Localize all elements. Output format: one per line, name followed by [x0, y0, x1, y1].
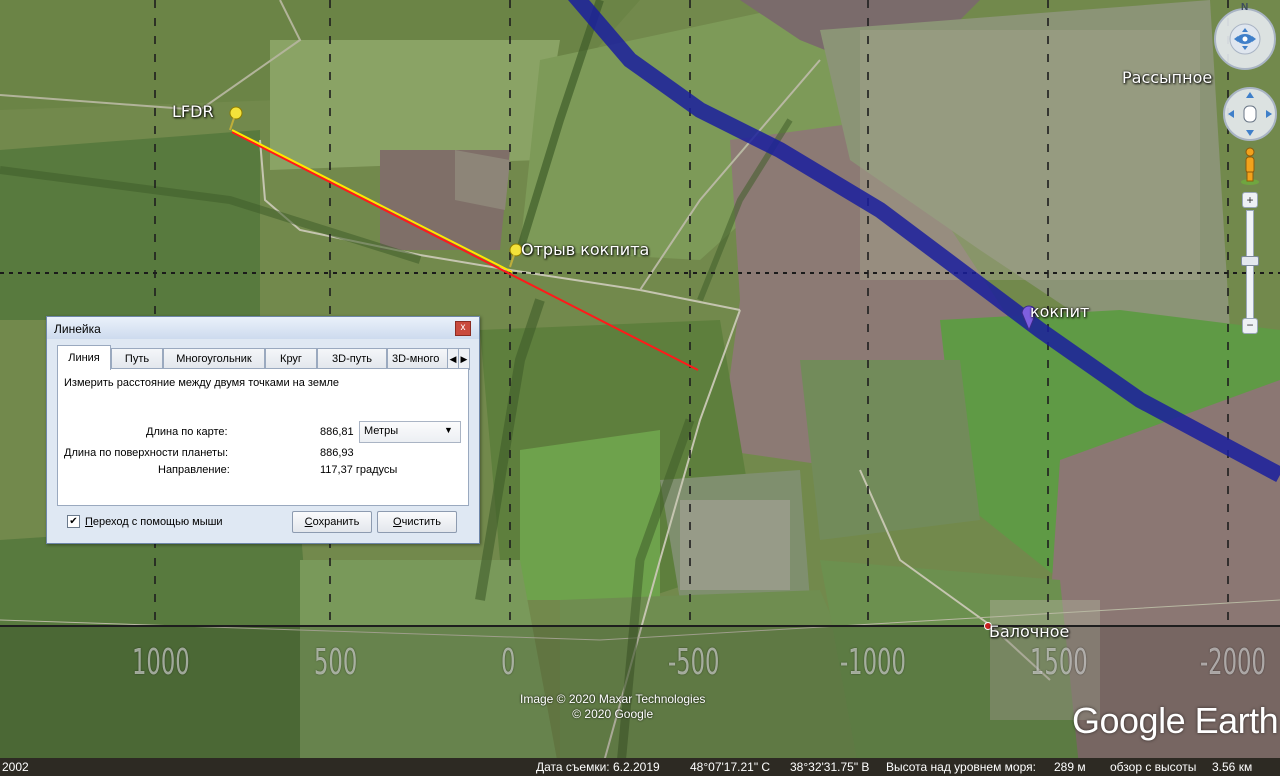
placemark-cockpit-break[interactable]: Отрыв кокпита — [521, 240, 649, 259]
eye-altitude-value: 3.56 км — [1212, 760, 1253, 774]
tab-circle[interactable]: Круг — [265, 348, 317, 369]
ruler-dialog: Линейка x Линия Путь Многоугольник Круг … — [46, 316, 480, 544]
placemark-cockpit[interactable]: кокпит — [1030, 302, 1089, 321]
elevation-label: Высота над уровнем моря: — [886, 760, 1036, 774]
look-control[interactable] — [1222, 86, 1278, 142]
zoom-in-button[interactable]: + — [1242, 192, 1258, 208]
tab-3d-polygon[interactable]: 3D-много — [387, 348, 451, 369]
scale-label: 1000 — [132, 642, 190, 683]
heading-value: 117,37 градусы — [320, 464, 398, 476]
scale-label: 1500 — [1030, 642, 1088, 683]
scale-label: 500 — [314, 642, 358, 683]
ground-length-value: 886,93 — [320, 447, 354, 459]
status-left: 2002 — [2, 760, 29, 774]
ground-length-label: Длина по поверхности планеты: — [64, 447, 229, 459]
scale-label: -2000 — [1200, 642, 1266, 683]
place-label-balochnoe: Балочное — [989, 622, 1070, 641]
zoom-thumb[interactable] — [1241, 256, 1259, 266]
pushpin-icon[interactable] — [224, 104, 244, 132]
save-button[interactable]: Сохранить — [292, 511, 372, 533]
chevron-down-icon: ▼ — [444, 425, 453, 435]
dialog-title: Линейка — [54, 322, 101, 336]
google-earth-logo: Google Earth — [1072, 700, 1279, 741]
eye-altitude-label: обзор с высоты — [1110, 760, 1197, 774]
pegman-icon[interactable] — [1238, 146, 1262, 186]
ruler-panel: Измерить расстояние между двумя точками … — [57, 368, 469, 506]
units-select[interactable]: Метры ▼ — [359, 421, 461, 443]
units-selected: Метры — [364, 425, 399, 437]
imagery-date: Дата съемки: 6.2.2019 — [536, 760, 660, 774]
tab-3d-path[interactable]: 3D-путь — [317, 348, 387, 369]
elevation-value: 289 м — [1054, 760, 1086, 774]
mouse-nav-checkbox[interactable]: ✔ — [67, 515, 80, 528]
scale-label: 0 — [501, 642, 516, 683]
credit-line: © 2020 Google — [572, 707, 654, 721]
zoom-slider[interactable]: + − — [1238, 192, 1260, 340]
tab-line[interactable]: Линия — [57, 345, 111, 370]
zoom-out-button[interactable]: − — [1242, 318, 1258, 334]
tab-scroll-right-icon[interactable]: ▶ — [458, 348, 470, 370]
dialog-titlebar[interactable]: Линейка x — [47, 317, 479, 339]
heading-label: Направление: — [158, 464, 230, 476]
tab-scroll: ◀ ▶ — [447, 348, 470, 370]
compass-north-label: N — [1241, 2, 1249, 13]
map-length-value: 886,81 — [320, 426, 354, 438]
ruler-tabs: Линия Путь Многоугольник Круг 3D-путь 3D… — [57, 345, 470, 370]
street-view-control[interactable] — [1238, 146, 1262, 186]
placemark-lfdr[interactable]: LFDR — [172, 102, 214, 121]
ruler-description: Измерить расстояние между двумя точками … — [64, 377, 340, 389]
status-bar: 2002 Дата съемки: 6.2.2019 48°07'17.21" … — [0, 758, 1280, 776]
compass-ring-icon[interactable] — [1212, 6, 1278, 72]
clear-button[interactable]: Очистить — [377, 511, 457, 533]
tab-polygon[interactable]: Многоугольник — [163, 348, 265, 369]
compass-control[interactable]: N — [1212, 2, 1278, 72]
latitude: 48°07'17.21" С — [690, 760, 771, 774]
mouse-nav-label[interactable]: Переход с помощью мыши — [85, 516, 223, 528]
imagery-credits: Image © 2020 Maxar Technologies © 2020 G… — [520, 692, 705, 722]
map-length-label: Длина по карте: — [146, 426, 228, 438]
close-button[interactable]: x — [455, 321, 471, 336]
scale-label: -1000 — [840, 642, 906, 683]
hand-look-icon[interactable] — [1222, 86, 1278, 142]
credit-line: Image © 2020 Maxar Technologies — [520, 692, 706, 706]
scale-label: -500 — [668, 642, 720, 683]
tab-path[interactable]: Путь — [111, 348, 163, 369]
place-label-rassypnoe: Рассыпное — [1122, 68, 1213, 87]
longitude: 38°32'31.75" В — [790, 760, 870, 774]
